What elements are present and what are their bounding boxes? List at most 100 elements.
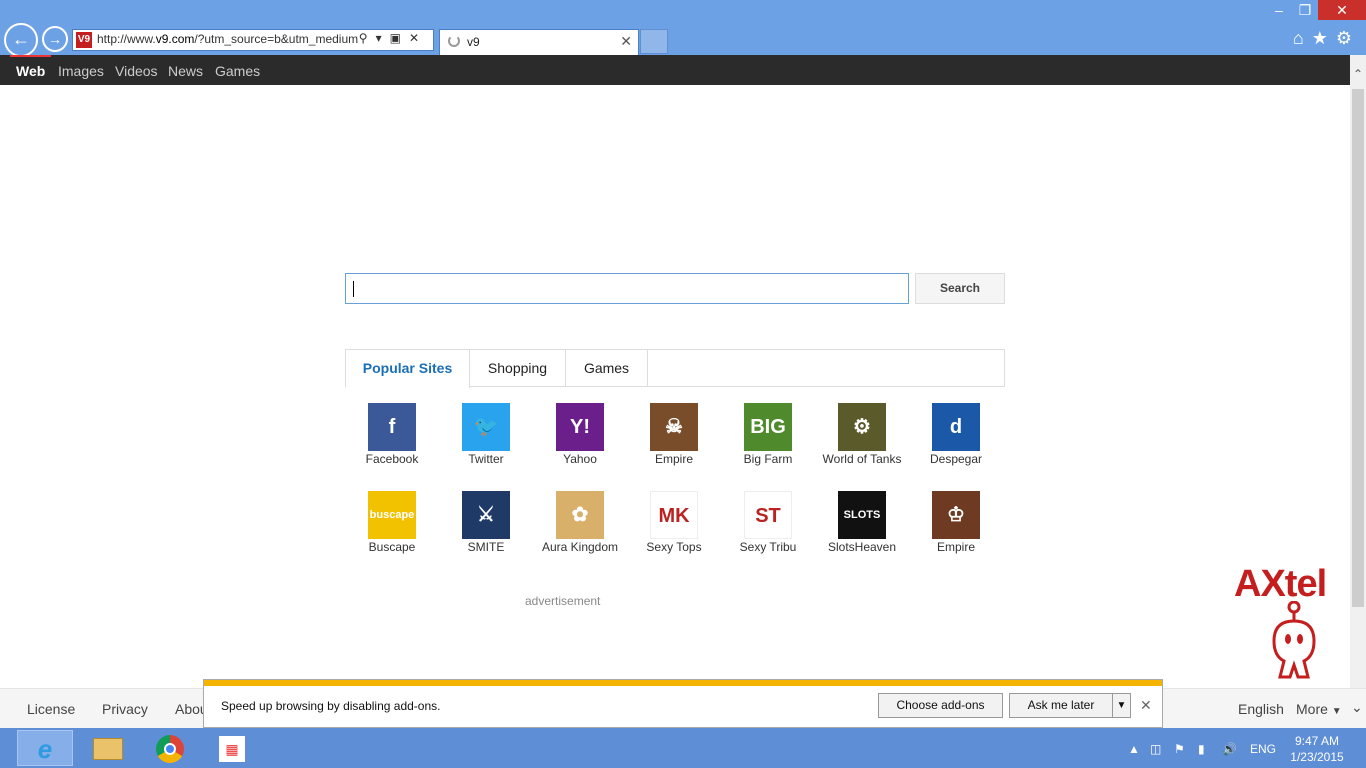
footer-more-link[interactable]: More ▼ [1296, 701, 1342, 717]
compat-view-icon[interactable]: ▣ [390, 31, 409, 45]
chevron-down-icon: ▼ [1331, 706, 1342, 717]
tab-popular-sites[interactable]: Popular Sites [346, 350, 470, 388]
tray-device-icon[interactable]: ◫ [1150, 742, 1161, 756]
site-tile-world-of-tanks[interactable]: ⚙ World of Tanks [815, 403, 909, 483]
smite-icon: ⚔ [462, 491, 510, 539]
site-tile-label: Empire [654, 452, 693, 466]
site-tile-empire[interactable]: ♔ Empire [909, 491, 1003, 571]
axtel-mascot-icon [1272, 601, 1316, 679]
arrow-right-icon: → [48, 31, 62, 47]
footer-license-link[interactable]: License [27, 701, 75, 717]
tab-close-icon[interactable]: ✕ [620, 33, 632, 50]
address-bar-icons: ⚲▾▣✕ [359, 31, 427, 45]
site-tile-label: Facebook [365, 452, 419, 466]
search-input[interactable] [345, 273, 909, 304]
site-tile-label: World of Tanks [822, 452, 902, 466]
taskbar-apps-icon[interactable]: ▦ [204, 730, 260, 766]
site-tile-buscape[interactable]: buscape Buscape [345, 491, 439, 571]
notification-close-icon[interactable]: ✕ [1140, 697, 1152, 714]
search-icon[interactable]: ⚲ [359, 31, 376, 45]
site-tile-sexy-tribu[interactable]: ST Sexy Tribu [721, 491, 815, 571]
site-tile-facebook[interactable]: f Facebook [345, 403, 439, 483]
chevron-down-icon[interactable]: ▾ [376, 31, 390, 45]
back-button[interactable]: ← [4, 23, 38, 57]
taskbar-chrome-icon[interactable] [142, 730, 198, 766]
maximize-button[interactable]: ❐ [1292, 0, 1318, 20]
nav-games[interactable]: Games [215, 63, 260, 79]
url-text[interactable]: http://www.v9.com/?utm_source=b&utm_medi… [97, 32, 369, 46]
despegar-icon: d [932, 403, 980, 451]
site-tile-empire[interactable]: ☠ Empire [627, 403, 721, 483]
site-tile-label: Aura Kingdom [541, 540, 619, 554]
tray-flag-icon[interactable]: ⚑ [1174, 742, 1185, 756]
forward-button[interactable]: → [42, 26, 68, 52]
big-farm-icon: BIG [744, 403, 792, 451]
footer-privacy-link[interactable]: Privacy [102, 701, 148, 717]
nav-videos[interactable]: Videos [115, 63, 158, 79]
nav-images[interactable]: Images [58, 63, 104, 79]
choose-addons-button[interactable]: Choose add-ons [878, 693, 1003, 718]
twitter-icon: 🐦 [462, 403, 510, 451]
addons-notification: Speed up browsing by disabling add-ons. … [203, 679, 1163, 728]
site-tile-label: SlotsHeaven [827, 540, 897, 554]
site-tile-twitter[interactable]: 🐦 Twitter [439, 403, 533, 483]
tab-shopping[interactable]: Shopping [470, 350, 566, 387]
nav-web[interactable]: Web [16, 63, 45, 79]
world-of-tanks-icon: ⚙ [838, 403, 886, 451]
site-tile-yahoo[interactable]: Y! Yahoo [533, 403, 627, 483]
site-tile-smite[interactable]: ⚔ SMITE [439, 491, 533, 571]
site-tile-label: Big Farm [743, 452, 793, 466]
ask-me-later-button[interactable]: Ask me later [1009, 693, 1113, 718]
scroll-up-icon[interactable]: ⌃ [1350, 67, 1366, 81]
tray-language[interactable]: ENG [1250, 742, 1276, 756]
tray-clock[interactable]: 9:47 AM 1/23/2015 [1288, 733, 1346, 765]
site-tile-big-farm[interactable]: BIG Big Farm [721, 403, 815, 483]
site-nav: Web Images Videos News Games [0, 55, 1350, 85]
sexy-tribu-icon: ST [744, 491, 792, 539]
site-tile-label: Despegar [929, 452, 983, 466]
chevron-down-icon[interactable]: ⌄ [1351, 699, 1363, 716]
nav-active-indicator [10, 55, 51, 57]
page-scrollbar[interactable]: ⌃ ⌄ [1350, 55, 1366, 728]
ask-later-dropdown-button[interactable]: ▼ [1112, 693, 1131, 718]
nav-news[interactable]: News [168, 63, 203, 79]
facebook-icon: f [368, 403, 416, 451]
taskbar-ie-icon[interactable]: e [17, 730, 73, 766]
minimize-button[interactable]: – [1266, 0, 1292, 20]
browser-tab-active[interactable]: v9 ✕ [439, 29, 639, 55]
gear-icon[interactable]: ⚙ [1336, 28, 1360, 48]
buscape-icon: buscape [368, 491, 416, 539]
tray-expand-icon[interactable]: ▲ [1128, 742, 1140, 756]
axtel-wordmark: AXtel [1234, 563, 1327, 605]
site-tile-sexy-tops[interactable]: MK Sexy Tops [627, 491, 721, 571]
site-tile-label: Buscape [368, 540, 416, 554]
category-tabs: Popular Sites Shopping Games [345, 349, 1005, 388]
tray-network-icon[interactable]: ▮ [1198, 742, 1205, 756]
close-window-button[interactable]: ✕ [1318, 0, 1366, 20]
star-icon[interactable]: ★ [1312, 28, 1336, 48]
taskbar-explorer-icon[interactable] [80, 730, 136, 766]
site-tile-slotsheaven[interactable]: SLOTS SlotsHeaven [815, 491, 909, 571]
stop-icon[interactable]: ✕ [409, 31, 427, 45]
site-tile-despegar[interactable]: d Despegar [909, 403, 1003, 483]
search-button[interactable]: Search [915, 273, 1005, 304]
chevron-down-icon: ▼ [1116, 700, 1127, 711]
home-icon[interactable]: ⌂ [1293, 28, 1312, 48]
loading-spinner-icon [448, 35, 460, 47]
tray-volume-icon[interactable]: 🔊 [1222, 742, 1237, 756]
site-tile-label: Empire [936, 540, 975, 554]
address-bar[interactable]: V9 http://www.v9.com/?utm_source=b&utm_m… [72, 29, 434, 51]
site-tile-aura-kingdom[interactable]: ✿ Aura Kingdom [533, 491, 627, 571]
tab-games[interactable]: Games [566, 350, 648, 387]
axtel-logo: AXtel [1234, 563, 1348, 683]
footer-language-link[interactable]: English [1238, 701, 1284, 717]
empire-icon: ♔ [932, 491, 980, 539]
windows-taskbar: e ▦ ▲ ◫ ⚑ ▮ 🔊 ENG 9:47 AM 1/23/2015 [0, 728, 1366, 768]
site-tile-label: SMITE [467, 540, 505, 554]
scroll-thumb[interactable] [1352, 89, 1364, 607]
notification-text: Speed up browsing by disabling add-ons. [221, 699, 441, 713]
notification-warning-bar [204, 680, 1162, 686]
new-tab-button[interactable] [640, 29, 668, 54]
browser-toolbar: ⌂★⚙ [1293, 28, 1360, 49]
site-favicon: V9 [76, 32, 92, 48]
